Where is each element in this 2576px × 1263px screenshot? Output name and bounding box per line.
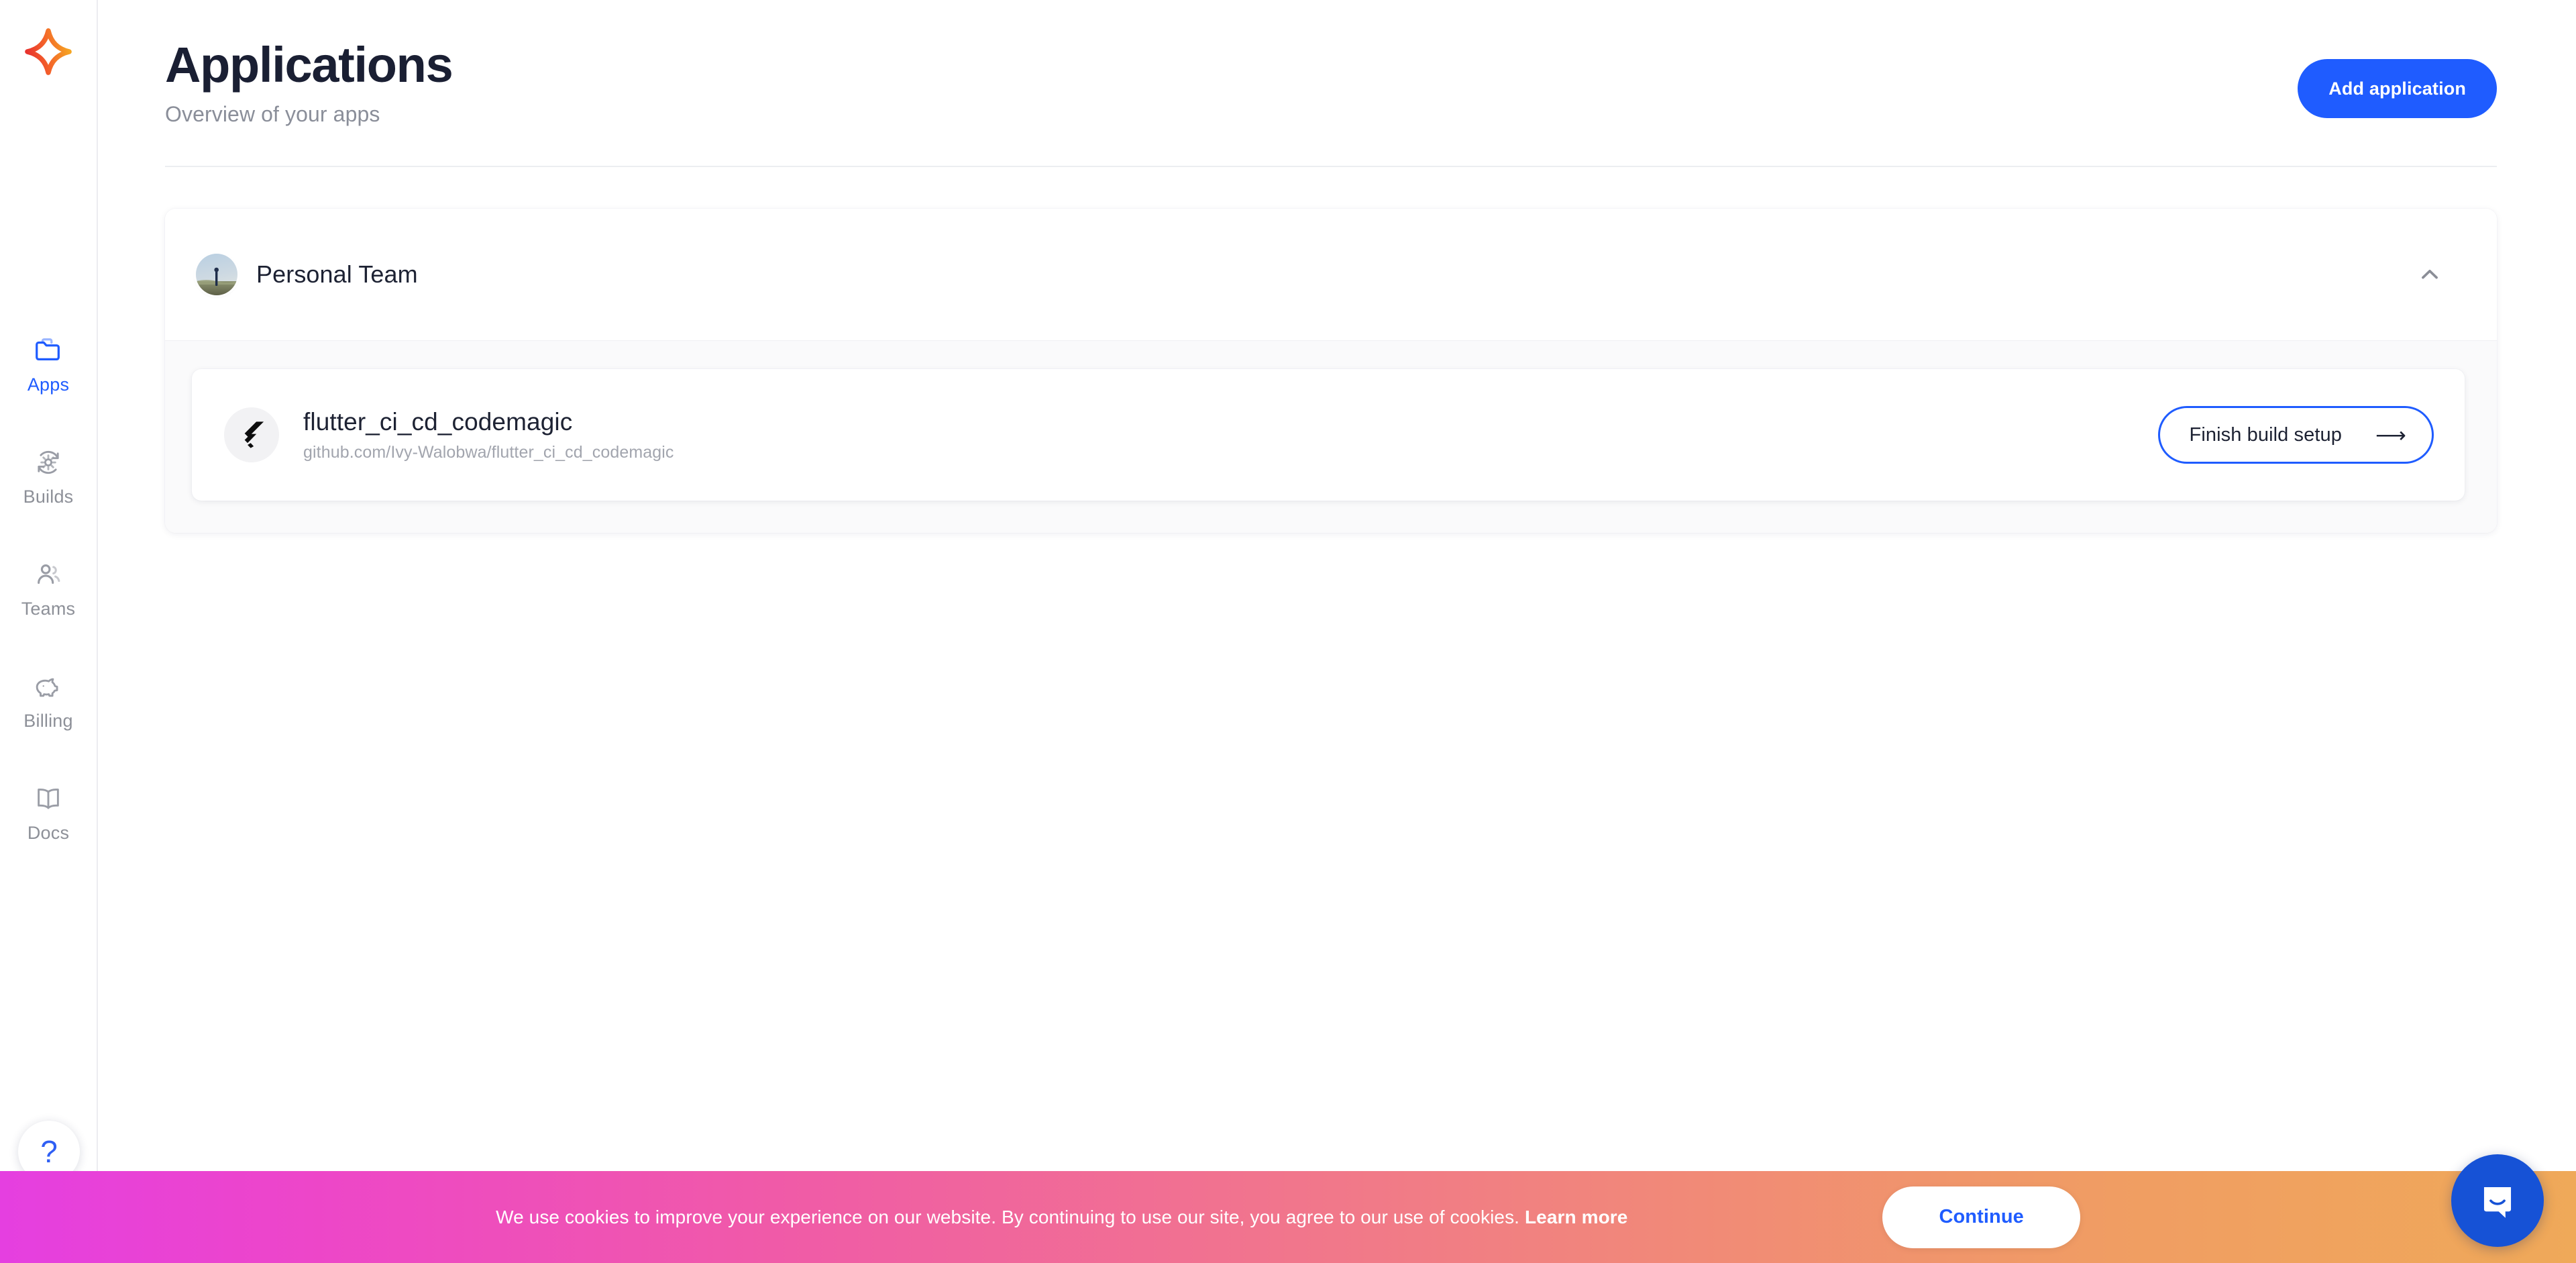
sidebar-item-teams[interactable]: Teams: [0, 558, 97, 618]
cookie-continue-button[interactable]: Continue: [1882, 1186, 2080, 1248]
people-icon: [32, 558, 64, 591]
sidebar-item-label: Teams: [21, 599, 76, 619]
app-identity: flutter_ci_cd_codemagic github.com/Ivy-W…: [224, 407, 674, 463]
page-root: Apps Builds Teams Billing Docs ? Applica…: [0, 0, 2576, 1263]
arrow-right-icon: ⟶: [2375, 423, 2406, 448]
question-mark-icon: ?: [40, 1134, 58, 1169]
piggy-bank-icon: [32, 670, 64, 703]
team-header-toggle[interactable]: Personal Team: [165, 209, 2497, 341]
app-name: flutter_ci_cd_codemagic: [303, 408, 573, 436]
cookie-message-text: We use cookies to improve your experienc…: [496, 1206, 1520, 1227]
sidebar-nav: Apps Builds Teams Billing Docs: [0, 334, 97, 842]
sidebar-item-apps[interactable]: Apps: [0, 334, 97, 394]
app-text-group: flutter_ci_cd_codemagic github.com/Ivy-W…: [303, 408, 674, 462]
codemagic-star-logo[interactable]: [21, 24, 76, 79]
page-subtitle: Overview of your apps: [165, 102, 380, 127]
app-row[interactable]: flutter_ci_cd_codemagic github.com/Ivy-W…: [192, 369, 2465, 501]
sidebar-item-label: Builds: [23, 487, 74, 507]
cookie-message: We use cookies to improve your experienc…: [496, 1207, 1627, 1228]
sidebar-item-label: Billing: [23, 711, 73, 731]
intercom-chat-button[interactable]: [2451, 1154, 2544, 1247]
sidebar-item-docs[interactable]: Docs: [0, 782, 97, 842]
team-card: Personal Team flutter_ci_cd_codemagic gi…: [165, 209, 2497, 534]
sidebar-item-label: Docs: [27, 823, 70, 843]
page-title: Applications: [165, 37, 453, 93]
main-content: Applications Overview of your apps Add a…: [98, 0, 2576, 1263]
open-book-icon: [32, 782, 64, 815]
team-avatar-photo: [196, 254, 237, 296]
sidebar-item-builds[interactable]: Builds: [0, 446, 97, 506]
intercom-chat-icon: [2483, 1186, 2512, 1218]
folder-icon: [32, 334, 64, 366]
finish-build-setup-label: Finish build setup: [2189, 423, 2343, 446]
team-identity: Personal Team: [196, 254, 418, 296]
cookie-consent-banner: We use cookies to improve your experienc…: [0, 1171, 2576, 1263]
chevron-up-icon[interactable]: [2415, 260, 2445, 289]
app-repository-url: github.com/Ivy-Walobwa/flutter_ci_cd_cod…: [303, 442, 674, 462]
page-heading-group: Applications Overview of your apps: [165, 37, 453, 127]
learn-more-link[interactable]: Learn more: [1525, 1207, 1628, 1227]
flutter-icon: [224, 407, 279, 463]
team-name: Personal Team: [256, 260, 418, 289]
team-apps-list: flutter_ci_cd_codemagic github.com/Ivy-W…: [165, 340, 2497, 534]
finish-build-setup-button[interactable]: Finish build setup ⟶: [2157, 406, 2434, 464]
sidebar-item-billing[interactable]: Billing: [0, 670, 97, 730]
sidebar-item-label: Apps: [27, 374, 70, 395]
page-header: Applications Overview of your apps Add a…: [165, 37, 2497, 168]
add-application-button[interactable]: Add application: [2298, 59, 2497, 118]
content-wrapper: Applications Overview of your apps Add a…: [98, 0, 2576, 534]
gear-cycle-icon: [32, 446, 64, 478]
sidebar: Apps Builds Teams Billing Docs ?: [0, 0, 98, 1263]
